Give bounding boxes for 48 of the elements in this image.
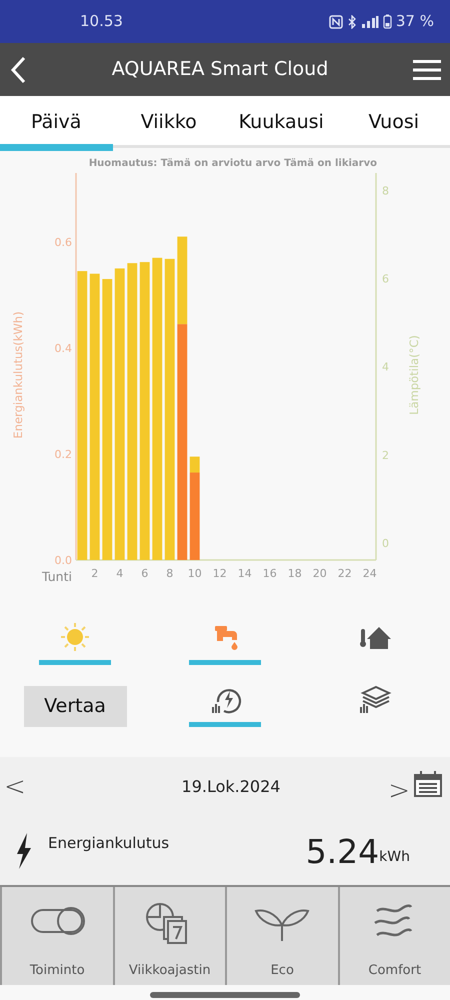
y2-tick-label: 4 <box>382 360 389 374</box>
y-tick-label: 0.6 <box>54 236 72 249</box>
calendar-icon[interactable] <box>414 770 442 798</box>
y2-tick-label: 2 <box>382 448 389 462</box>
x-axis-title: Tunti <box>42 569 72 584</box>
period-tab[interactable]: Päivä <box>0 96 112 148</box>
x-tick-label: 22 <box>338 567 352 580</box>
x-tick-label: 20 <box>312 567 327 580</box>
x-tick-label: 18 <box>288 567 302 580</box>
x-tick-label: 10 <box>188 567 202 580</box>
lightning-icon <box>16 832 32 870</box>
y-tick-label: 0.4 <box>54 342 72 355</box>
nfc-icon <box>328 14 343 28</box>
x-tick-label: 14 <box>238 567 252 580</box>
energy-label: Energiankulutus <box>48 832 170 854</box>
clock-time: 10.53 <box>80 11 123 32</box>
compare-button[interactable]: Vertaa <box>24 686 126 727</box>
x-tick-label: 6 <box>141 567 148 580</box>
x-tick-label: 4 <box>116 567 124 580</box>
x-tick-label: 16 <box>262 567 277 580</box>
app-title: AQUAREA Smart Cloud <box>112 57 328 82</box>
y-tick-label: 0.2 <box>54 448 72 461</box>
y2-tick-label: 8 <box>382 184 389 198</box>
previous-day-arrow[interactable]: < <box>4 774 26 800</box>
chart-note: Huomautus: Tämä on arviotu arvo Tämä on likiarvo <box>88 158 377 169</box>
x-tick-label: 24 <box>362 567 377 580</box>
x-tick-label: 2 <box>91 567 98 580</box>
bluetooth-icon <box>346 14 357 28</box>
period-tab[interactable]: Vuosi <box>338 96 450 148</box>
battery-percent: 37 % <box>396 11 434 32</box>
y2-tick-label: 0 <box>382 536 389 550</box>
period-tab[interactable]: Kuukausi <box>225 96 338 148</box>
menu-icon[interactable] <box>412 58 442 80</box>
energy-unit: kWh <box>379 848 410 866</box>
y2-axis-title: Lämpötila(°C) <box>407 335 421 415</box>
energy-value: 5.24 <box>306 834 380 868</box>
y-tick-label: 0.0 <box>54 554 72 567</box>
signal-icon <box>360 14 379 28</box>
x-tick-label: 8 <box>166 567 174 580</box>
back-icon[interactable] <box>8 54 28 84</box>
next-day-arrow[interactable]: > <box>388 778 410 804</box>
x-tick-label: 12 <box>212 567 227 580</box>
y2-tick-label: 6 <box>382 272 389 286</box>
battery-icon <box>382 14 392 29</box>
period-tab[interactable]: Viikko <box>112 96 225 148</box>
date-label: 19.Lok.2024 <box>182 776 280 798</box>
bottom-nav-item[interactable]: Toiminto <box>0 887 114 985</box>
y-axis-title: Energiankulutus(kWh) <box>11 311 25 439</box>
